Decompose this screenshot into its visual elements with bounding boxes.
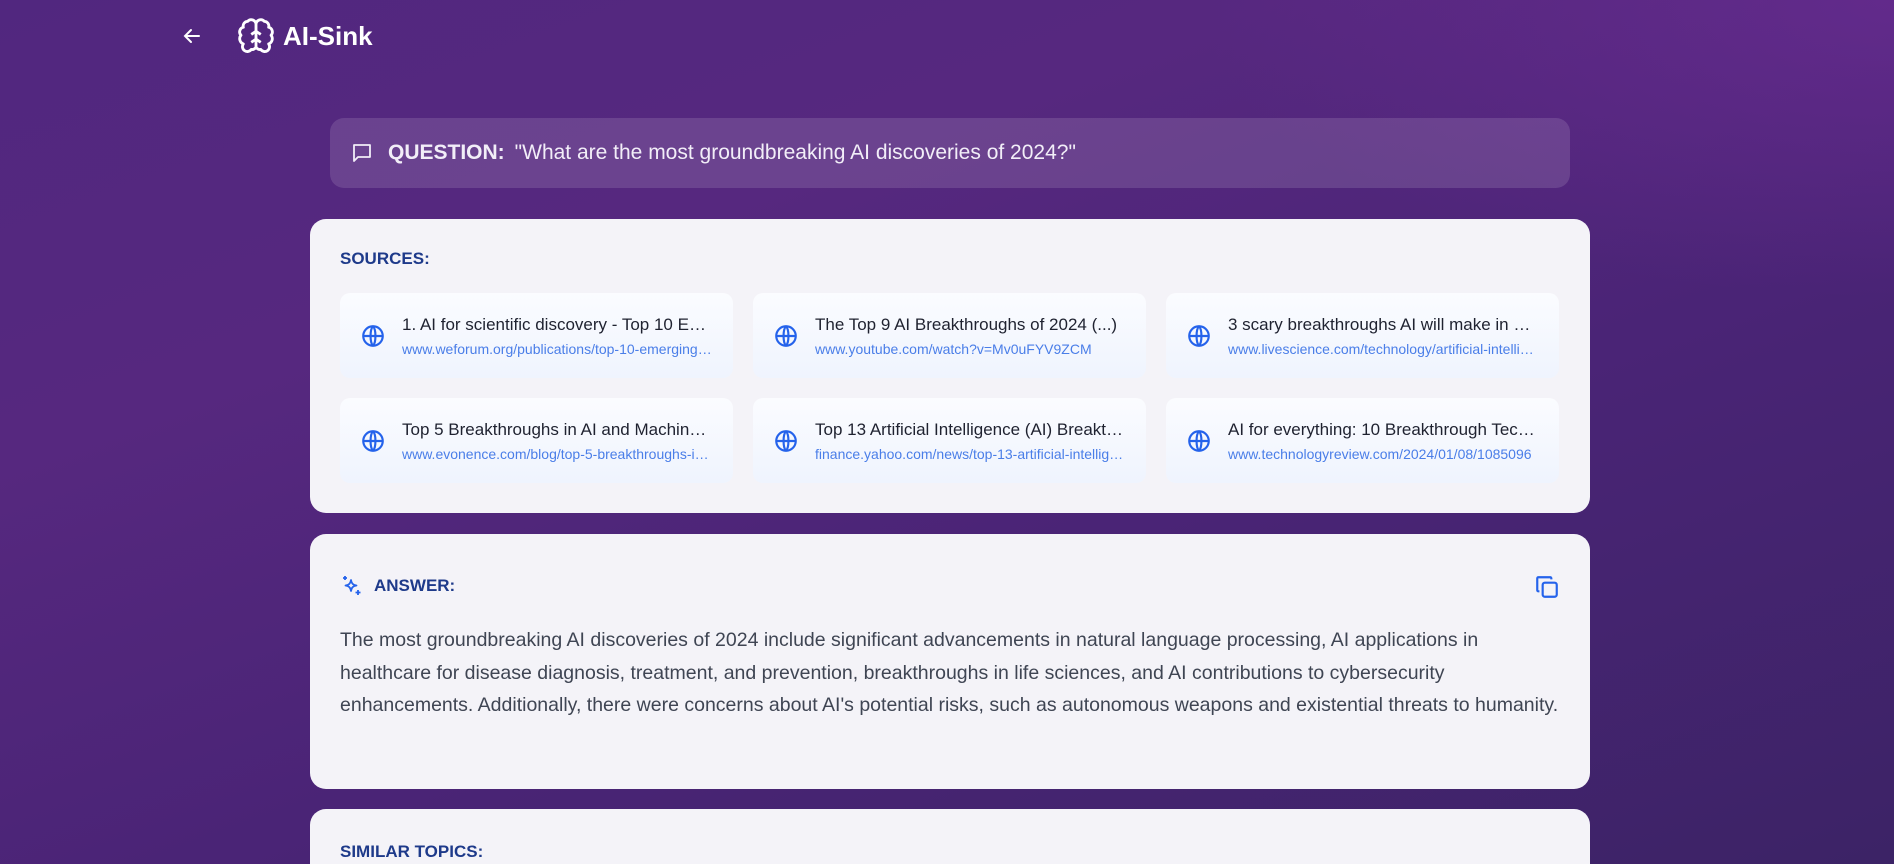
source-url[interactable]: finance.yahoo.com/news/top-13-artificial… xyxy=(815,446,1126,462)
source-title[interactable]: 3 scary breakthroughs AI will make in 20… xyxy=(1228,315,1539,335)
sources-card: SOURCES: 1. AI for scientific discovery … xyxy=(310,219,1590,513)
sources-title: SOURCES: xyxy=(340,249,430,268)
question-box: QUESTION: "What are the most groundbreak… xyxy=(330,118,1570,188)
similar-topics-title: SIMILAR TOPICS: xyxy=(340,842,484,861)
globe-icon xyxy=(362,324,384,347)
chat-bubble-icon xyxy=(353,144,371,162)
source-title[interactable]: Top 5 Breakthroughs in AI and Machine Le… xyxy=(402,420,713,440)
source-title[interactable]: AI for everything: 10 Breakthrough Techn… xyxy=(1228,420,1539,440)
app-header: AI-Sink xyxy=(180,18,373,54)
question-label: QUESTION: xyxy=(388,141,505,164)
source-title[interactable]: The Top 9 AI Breakthroughs of 2024 (...) xyxy=(815,315,1117,335)
source-url[interactable]: www.youtube.com/watch?v=Mv0uFYV9ZCM xyxy=(815,341,1117,357)
globe-icon xyxy=(1188,429,1210,452)
source-card[interactable]: Top 13 Artificial Intelligence (AI) Brea… xyxy=(753,398,1146,483)
app-logo: AI-Sink xyxy=(237,17,373,55)
source-title[interactable]: 1. AI for scientific discovery - Top 10 … xyxy=(402,315,713,335)
answer-text: The most groundbreaking AI discoveries o… xyxy=(340,629,1559,716)
brain-icon xyxy=(238,18,274,53)
sources-grid: 1. AI for scientific discovery - Top 10 … xyxy=(340,293,1560,483)
source-card[interactable]: Top 5 Breakthroughs in AI and Machine Le… xyxy=(340,398,733,483)
source-url[interactable]: www.livescience.com/technology/artificia… xyxy=(1228,341,1539,357)
source-card[interactable]: AI for everything: 10 Breakthrough Techn… xyxy=(1166,398,1559,483)
answer-title: ANSWER: xyxy=(374,576,456,595)
globe-icon xyxy=(775,324,797,347)
source-card[interactable]: 3 scary breakthroughs AI will make in 20… xyxy=(1166,293,1559,378)
globe-icon xyxy=(775,429,797,452)
globe-icon xyxy=(362,429,384,452)
source-card[interactable]: 1. AI for scientific discovery - Top 10 … xyxy=(340,293,733,378)
sparkles-icon xyxy=(343,576,361,595)
similar-topics-card: SIMILAR TOPICS: xyxy=(310,809,1590,864)
app-name: AI-Sink xyxy=(283,20,373,51)
source-card[interactable]: The Top 9 AI Breakthroughs of 2024 (...)… xyxy=(753,293,1146,378)
globe-icon xyxy=(1188,324,1210,347)
source-title[interactable]: Top 13 Artificial Intelligence (AI) Brea… xyxy=(815,420,1126,440)
copy-icon[interactable] xyxy=(1534,574,1560,600)
source-url[interactable]: www.technologyreview.com/2024/01/08/1085… xyxy=(1228,446,1539,462)
answer-card: ANSWER: The most groundbreaking AI disco… xyxy=(310,534,1590,789)
arrow-left-icon[interactable] xyxy=(180,24,204,48)
source-url[interactable]: www.evonence.com/blog/top-5-breakthrough… xyxy=(402,446,713,462)
question-text: "What are the most groundbreaking AI dis… xyxy=(514,141,1076,164)
source-url[interactable]: www.weforum.org/publications/top-10-emer… xyxy=(402,341,713,357)
